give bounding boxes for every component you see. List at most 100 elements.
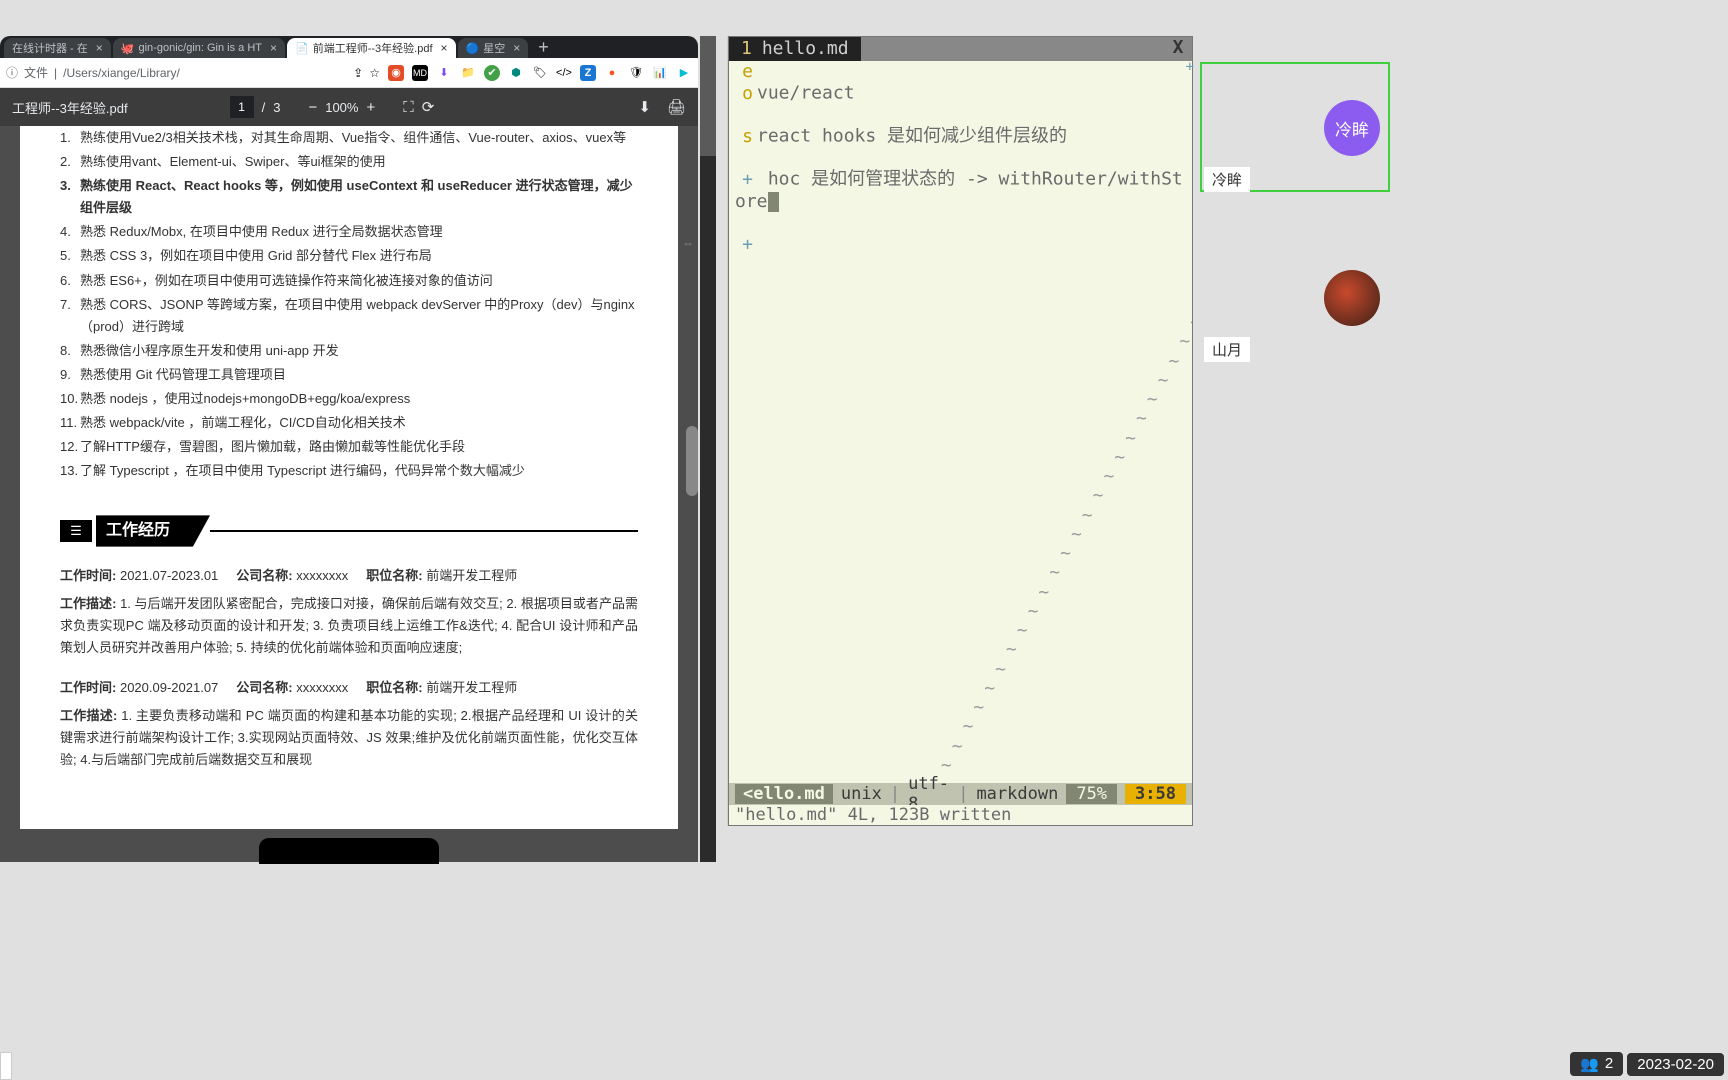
code-line: vue/react bbox=[757, 83, 855, 104]
ext-icon-more[interactable]: ▶ bbox=[676, 65, 692, 81]
label-position: 职位名称: bbox=[366, 680, 422, 695]
gutter: eo bbox=[735, 61, 753, 104]
star-icon[interactable]: ☆ bbox=[369, 66, 380, 80]
participant-name: 冷眸 bbox=[1204, 167, 1250, 192]
people-count-badge[interactable]: 👥 2 bbox=[1570, 1052, 1623, 1076]
pdf-title: 工程师--3年经验.pdf bbox=[12, 98, 128, 117]
editor-statusline: <ello.md unix | utf-8 | markdown 75% 3:5… bbox=[729, 783, 1192, 805]
gutter: s bbox=[735, 104, 753, 147]
partial-element bbox=[0, 1052, 12, 1080]
tilde-filler: ~ ~ ~ ~ bbox=[735, 255, 1186, 779]
scrollbar-thumb[interactable] bbox=[686, 426, 698, 496]
tab-3-active[interactable]: 📄 前端工程师--3年经验.pdf × bbox=[287, 38, 456, 58]
work-desc-text: 1. 主要负责移动端和 PC 端页面的构建和基本功能的实现; 2.根据产品经理和… bbox=[60, 708, 638, 767]
scrollbar-thumb[interactable] bbox=[700, 36, 716, 156]
close-icon[interactable]: × bbox=[513, 41, 520, 55]
tab-4[interactable]: 🔵星空× bbox=[458, 38, 529, 58]
tab-2[interactable]: 🐙gin-gonic/gin: Gin is a HT× bbox=[113, 38, 285, 58]
resize-handle-icon[interactable]: ⇔ bbox=[682, 236, 694, 250]
tab-title: 前端工程师--3年经验.pdf bbox=[313, 40, 433, 56]
label-worktime: 工作时间: bbox=[60, 680, 116, 695]
zoom-in-button[interactable]: + bbox=[366, 99, 375, 116]
work-company: xxxxxxxx bbox=[296, 568, 348, 583]
site-icon: 🔵 bbox=[466, 42, 480, 55]
tab-title: gin-gonic/gin: Gin is a HT bbox=[139, 42, 263, 54]
skill-item: 熟悉微信小程序原生开发和使用 uni-app 开发 bbox=[80, 340, 339, 362]
list-icon: ☰ bbox=[60, 520, 92, 542]
cursor bbox=[768, 192, 779, 212]
work-experience-1: 工作时间: 2021.07-2023.01 公司名称: xxxxxxxx 职位名… bbox=[60, 565, 638, 659]
vim-editor: 1 hello.md X + eovue/react sreact hooks … bbox=[728, 36, 1193, 826]
work-experience-2: 工作时间: 2020.09-2021.07 公司名称: xxxxxxxx 职位名… bbox=[60, 677, 638, 771]
label-desc: 工作描述: bbox=[60, 596, 116, 611]
editor-body[interactable]: eovue/react sreact hooks 是如何减少组件层级的 + ho… bbox=[729, 61, 1192, 779]
ext-icon-t[interactable]: ⬢ bbox=[508, 65, 524, 81]
close-tab-button[interactable]: X bbox=[1164, 37, 1192, 61]
pdf-icon: 📄 bbox=[295, 42, 309, 55]
status-percent: 75% bbox=[1066, 784, 1117, 804]
people-icon: 👥 bbox=[1580, 1055, 1599, 1073]
skill-item: 熟悉 webpack/vite ，前端工程化，CI/CD自动化相关技术 bbox=[80, 412, 406, 434]
people-count: 2 bbox=[1605, 1055, 1613, 1073]
share-icon[interactable]: ⇪ bbox=[353, 66, 363, 80]
label-company: 公司名称: bbox=[236, 568, 292, 583]
tab-1[interactable]: 在线计时器 - 在 × bbox=[4, 38, 111, 58]
close-icon[interactable]: × bbox=[270, 41, 277, 55]
work-position: 前端开发工程师 bbox=[426, 680, 517, 695]
page-total: 3 bbox=[273, 100, 280, 115]
skill-item: 了解HTTP缓存，雪碧图，图片懒加载，路由懒加载等性能优化手段 bbox=[80, 436, 465, 458]
pdf-toolbar: 工程师--3年经验.pdf / 3 − 100% + ⛶ ⟳ ⬇ 🖨 bbox=[0, 88, 698, 126]
ext-icon-o[interactable]: ● bbox=[604, 65, 620, 81]
vertical-scrollbar[interactable] bbox=[700, 36, 716, 862]
date-badge: 2023-02-20 bbox=[1627, 1053, 1724, 1076]
code-line: react hooks 是如何减少组件层级的 bbox=[757, 126, 1067, 147]
gutter-add-icon: + bbox=[735, 212, 753, 255]
close-icon[interactable]: × bbox=[441, 41, 448, 55]
editor-tab[interactable]: 1 hello.md bbox=[729, 37, 861, 61]
ext-icon-code[interactable]: </> bbox=[556, 65, 572, 81]
ext-icon-dev[interactable]: MD bbox=[412, 65, 428, 81]
info-icon[interactable]: ⓘ bbox=[6, 64, 18, 81]
tab-title: 在线计时器 - 在 bbox=[12, 40, 88, 56]
ext-icon-z[interactable]: Z bbox=[580, 65, 596, 81]
participant-card[interactable]: 山月 bbox=[1200, 232, 1390, 362]
ext-icon-adblock[interactable]: ◉ bbox=[388, 65, 404, 81]
zoom-out-button[interactable]: − bbox=[308, 99, 317, 116]
ext-icon-shield[interactable]: 🛡 bbox=[628, 65, 644, 81]
rotate-icon[interactable]: ⟳ bbox=[422, 98, 435, 116]
bottom-bar: 👥 2 2023-02-20 bbox=[1566, 1048, 1728, 1080]
ext-icon-graph[interactable]: 📊 bbox=[652, 65, 668, 81]
ext-icon-tag[interactable]: 🏷 bbox=[532, 65, 548, 81]
skill-item: 熟悉 ES6+，例如在项目中使用可选链操作符来简化被连接对象的值访问 bbox=[80, 270, 493, 292]
avatar: 冷眸 bbox=[1324, 100, 1380, 156]
tab-index: 1 bbox=[741, 38, 752, 60]
pdf-content[interactable]: 1.熟练使用Vue2/3相关技术栈，对其生命周期、Vue指令、组件通信、Vue-… bbox=[0, 126, 698, 862]
zoom-value: 100% bbox=[325, 100, 358, 115]
new-tab-button[interactable]: + bbox=[530, 37, 557, 58]
participant-card[interactable]: 冷眸 冷眸 bbox=[1200, 62, 1390, 192]
fit-page-icon[interactable]: ⛶ bbox=[403, 99, 414, 116]
page-sep: / bbox=[262, 100, 266, 115]
print-icon[interactable]: 🖨 bbox=[667, 98, 686, 116]
skill-item: 熟练使用vant、Element-ui、Swiper、等ui框架的使用 bbox=[80, 151, 386, 173]
ext-icon-g[interactable]: ✔ bbox=[484, 65, 500, 81]
download-icon[interactable]: ⬇ bbox=[638, 98, 651, 116]
page-input[interactable] bbox=[230, 96, 254, 118]
skill-item: 熟悉 Redux/Mobx, 在项目中使用 Redux 进行全局数据状态管理 bbox=[80, 221, 443, 243]
divider-line bbox=[210, 530, 638, 532]
work-period: 2020.09-2021.07 bbox=[120, 680, 218, 695]
skill-list: 1.熟练使用Vue2/3相关技术栈，对其生命周期、Vue指令、组件通信、Vue-… bbox=[60, 126, 638, 483]
ext-icon-v[interactable]: ⬇ bbox=[436, 65, 452, 81]
ext-icon-folder[interactable]: 📁 bbox=[460, 65, 476, 81]
url-bar: ⓘ 文件 | /Users/xiange/Library/ ⇪ ☆ ◉ MD ⬇… bbox=[0, 58, 698, 88]
skill-item: 熟悉使用 Git 代码管理工具管理项目 bbox=[80, 364, 286, 386]
close-icon[interactable]: × bbox=[96, 41, 103, 55]
section-title: 工作经历 bbox=[96, 515, 210, 546]
work-period: 2021.07-2023.01 bbox=[120, 568, 218, 583]
label-worktime: 工作时间: bbox=[60, 568, 116, 583]
status-filename: <ello.md bbox=[735, 784, 833, 804]
label-position: 职位名称: bbox=[366, 568, 422, 583]
skill-item: 熟悉 CSS 3，例如在项目中使用 Grid 部分替代 Flex 进行布局 bbox=[80, 245, 432, 267]
url-path[interactable]: /Users/xiange/Library/ bbox=[63, 66, 180, 80]
section-header: ☰ 工作经历 bbox=[60, 515, 638, 546]
